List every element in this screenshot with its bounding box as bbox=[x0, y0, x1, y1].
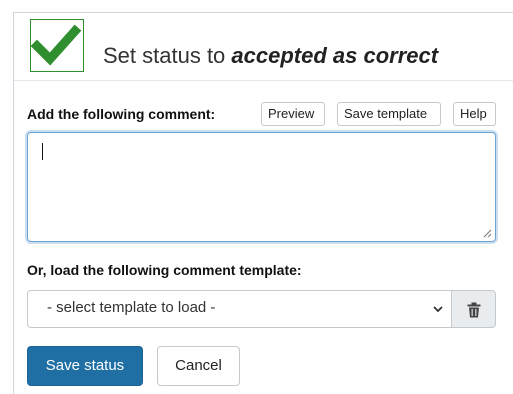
status-dialog: Set status to accepted as correct Add th… bbox=[0, 0, 513, 394]
delete-template-button[interactable] bbox=[451, 290, 496, 328]
comment-textarea[interactable] bbox=[27, 132, 496, 242]
template-label: Or, load the following comment template: bbox=[27, 262, 302, 278]
comment-label: Add the following comment: bbox=[27, 106, 216, 122]
page-title: Set status to accepted as correct bbox=[103, 41, 438, 71]
trash-icon bbox=[467, 302, 481, 318]
dialog-left-border bbox=[13, 12, 14, 394]
preview-button[interactable]: Preview bbox=[261, 102, 325, 126]
text-caret bbox=[42, 143, 43, 160]
save-template-button[interactable]: Save template bbox=[337, 102, 441, 126]
chevron-down-icon bbox=[433, 306, 443, 313]
check-icon bbox=[30, 19, 84, 72]
help-button[interactable]: Help bbox=[453, 102, 496, 126]
resize-grip-icon[interactable] bbox=[482, 228, 492, 238]
save-status-button[interactable]: Save status bbox=[27, 346, 143, 386]
header-divider bbox=[14, 80, 513, 81]
dialog-top-border bbox=[13, 12, 513, 13]
template-select-value: - select template to load - bbox=[47, 299, 216, 316]
title-status: accepted as correct bbox=[231, 43, 439, 68]
cancel-button[interactable]: Cancel bbox=[157, 346, 240, 386]
title-prefix: Set status to bbox=[103, 43, 232, 68]
